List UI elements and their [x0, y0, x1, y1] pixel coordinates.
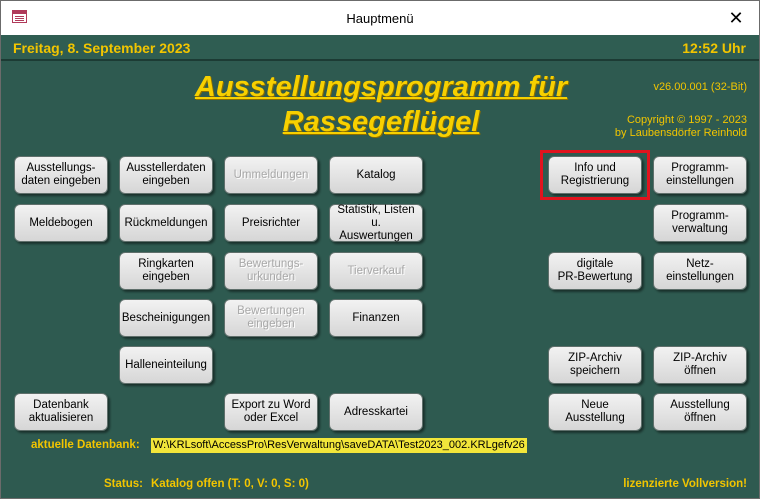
current-time: 12:52 Uhr: [682, 40, 746, 56]
status-label: Status:: [104, 478, 143, 490]
ringkarten-button[interactable]: Ringkarten eingeben: [119, 252, 213, 290]
selection-highlight: [540, 150, 650, 200]
app-title-line2: Rassegeflügel: [282, 106, 480, 138]
katalog-button[interactable]: Katalog: [329, 156, 423, 194]
pr-bewertung-button[interactable]: digitale PR-Bewertung: [548, 252, 642, 290]
programmverwaltung-button[interactable]: Programm- verwaltung: [653, 204, 747, 242]
neue-ausstellung-button[interactable]: Neue Ausstellung: [548, 393, 642, 431]
version-label: v26.00.001 (32-Bit): [653, 81, 747, 93]
tierverkauf-button[interactable]: Tierverkauf: [329, 252, 423, 290]
bewertungen-button[interactable]: Bewertungen eingeben: [224, 299, 318, 337]
current-date: Freitag, 8. September 2023: [13, 40, 191, 56]
adresskartei-button[interactable]: Adresskartei: [329, 393, 423, 431]
app-title-line1: Ausstellungsprogramm für: [194, 71, 568, 103]
bescheinigungen-button[interactable]: Bescheinigungen: [119, 299, 213, 337]
copyright-line1: Copyright © 1997 - 2023: [626, 114, 747, 126]
main-menu-window: Hauptmenü ✕ Freitag, 8. September 2023 1…: [0, 0, 760, 499]
status-value: Katalog offen (T: 0, V: 0, S: 0): [151, 478, 309, 490]
database-path: W:\KRLsoft\AccessPro\ResVerwaltung\saveD…: [151, 438, 527, 453]
ausstellungsdaten-button[interactable]: Ausstellungs- daten eingeben: [14, 156, 108, 194]
ummeldungen-button[interactable]: Ummeldungen: [224, 156, 318, 194]
halleneinteilung-button[interactable]: Halleneinteilung: [119, 346, 213, 384]
window-title: Hauptmenü: [346, 11, 414, 26]
netzeinstellungen-button[interactable]: Netz- einstellungen: [653, 252, 747, 290]
bewertungsurkunden-button[interactable]: Bewertungs- urkunden: [224, 252, 318, 290]
ausstellung-oeffnen-button[interactable]: Ausstellung öffnen: [653, 393, 747, 431]
datenbank-aktualisieren-button[interactable]: Datenbank aktualisieren: [14, 393, 108, 431]
copyright-line2: by Laubensdörfer Reinhold: [614, 127, 747, 139]
license-status: lizenzierte Vollversion!: [623, 478, 747, 490]
ausstellerdaten-button[interactable]: Ausstellerdaten eingeben: [119, 156, 213, 194]
finanzen-button[interactable]: Finanzen: [329, 299, 423, 337]
database-label: aktuelle Datenbank:: [31, 439, 140, 451]
close-icon[interactable]: ✕: [713, 1, 759, 35]
preisrichter-button[interactable]: Preisrichter: [224, 204, 318, 242]
zip-speichern-button[interactable]: ZIP-Archiv speichern: [548, 346, 642, 384]
programmeinstellungen-button[interactable]: Programm- einstellungen: [653, 156, 747, 194]
export-word-excel-button[interactable]: Export zu Word oder Excel: [224, 393, 318, 431]
rueckmeldungen-button[interactable]: Rückmeldungen: [119, 204, 213, 242]
meldebogen-button[interactable]: Meldebogen: [14, 204, 108, 242]
statistik-button[interactable]: Statistik, Listen u. Auswertungen: [329, 204, 423, 242]
title-bar: Hauptmenü ✕: [1, 1, 759, 35]
zip-oeffnen-button[interactable]: ZIP-Archiv öffnen: [653, 346, 747, 384]
